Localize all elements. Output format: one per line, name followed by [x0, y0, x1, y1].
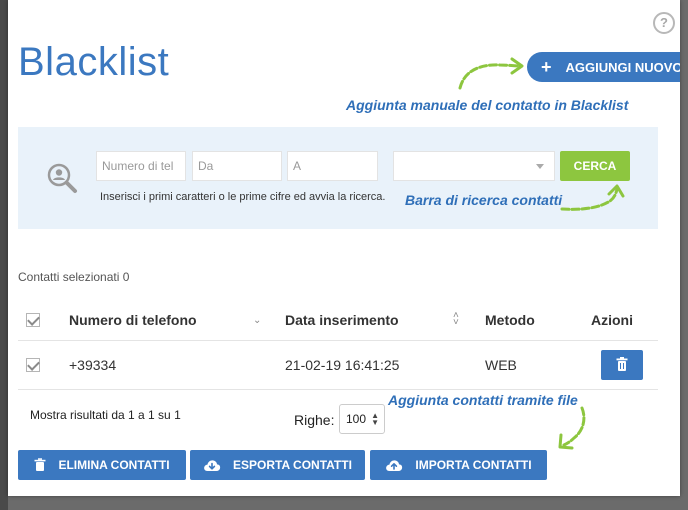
stepper-icon: ▲ ▼	[371, 411, 379, 427]
search-panel: Numero di tel Da A CERCA Inserisci i pri…	[18, 127, 658, 229]
export-contacts-label: ESPORTA CONTATTI	[233, 458, 352, 472]
table-row: +39334 21-02-19 16:41:25 WEB	[18, 341, 658, 390]
selected-count: Contatti selezionati 0	[18, 270, 130, 284]
help-icon[interactable]: ?	[653, 12, 675, 34]
add-new-label: AGGIUNGI NUOVO	[565, 59, 680, 75]
cloud-upload-icon	[386, 459, 403, 471]
results-summary: Mostra risultati da 1 a 1 su 1	[30, 408, 181, 422]
rows-per-page-select[interactable]: 100 ▲ ▼	[339, 404, 385, 434]
delete-contacts-label: ELIMINA CONTATTI	[58, 458, 170, 472]
import-contacts-button[interactable]: IMPORTA CONTATTI	[370, 450, 547, 480]
chevron-down-icon[interactable]: ⌄	[253, 315, 261, 326]
table-header: Numero di telefono ⌄ Data inserimento ˄ ˅…	[18, 300, 658, 341]
select-all-checkbox[interactable]	[26, 313, 40, 327]
blacklist-modal: ? Blacklist + AGGIUNGI NUOVO Aggiunta ma…	[8, 0, 680, 496]
delete-contacts-button[interactable]: ELIMINA CONTATTI	[18, 450, 186, 480]
rows-per-page-value: 100	[346, 412, 367, 426]
checkbox-icon	[27, 313, 40, 326]
cell-phone: +39334	[69, 357, 117, 373]
trash-icon	[34, 458, 46, 471]
search-hint: Inserisci i primi caratteri o le prime c…	[100, 191, 386, 203]
cell-method: WEB	[485, 357, 517, 373]
date-from-input[interactable]: Da	[192, 151, 282, 181]
row-checkbox[interactable]	[26, 358, 40, 372]
annotation-search-bar: Barra di ricerca contatti	[405, 192, 563, 208]
cloud-download-icon	[204, 459, 221, 471]
sort-icon[interactable]: ˄ ˅	[453, 311, 459, 328]
column-date[interactable]: Data inserimento	[285, 312, 399, 328]
cell-date: 21-02-19 16:41:25	[285, 357, 400, 373]
search-button[interactable]: CERCA	[560, 151, 630, 181]
plus-icon: +	[541, 57, 552, 77]
column-method: Metodo	[485, 312, 535, 328]
column-actions: Azioni	[591, 312, 633, 328]
trash-icon	[616, 357, 628, 371]
annotation-add-file: Aggiunta contatti tramite file	[388, 392, 578, 408]
annotation-arrow-search	[560, 184, 625, 211]
annotation-arrow-add	[458, 57, 524, 90]
column-phone[interactable]: Numero di telefono	[69, 312, 197, 328]
phone-search-input[interactable]: Numero di tel	[96, 151, 186, 181]
export-contacts-button[interactable]: ESPORTA CONTATTI	[190, 450, 365, 480]
background-strip	[0, 0, 8, 510]
search-person-icon	[47, 163, 77, 193]
chevron-down-icon	[536, 164, 544, 169]
checkbox-icon	[27, 358, 40, 371]
annotation-add-manual: Aggiunta manuale del contatto in Blackli…	[346, 97, 629, 113]
annotation-arrow-import	[558, 406, 586, 450]
contacts-table: Numero di telefono ⌄ Data inserimento ˄ ˅…	[18, 300, 658, 390]
page-title: Blacklist	[18, 40, 170, 84]
date-to-input[interactable]: A	[287, 151, 378, 181]
rows-per-page-label: Righe:	[294, 412, 335, 428]
add-new-button[interactable]: + AGGIUNGI NUOVO	[527, 52, 680, 82]
import-contacts-label: IMPORTA CONTATTI	[415, 458, 532, 472]
method-select[interactable]	[393, 151, 555, 181]
delete-row-button[interactable]	[601, 350, 643, 380]
